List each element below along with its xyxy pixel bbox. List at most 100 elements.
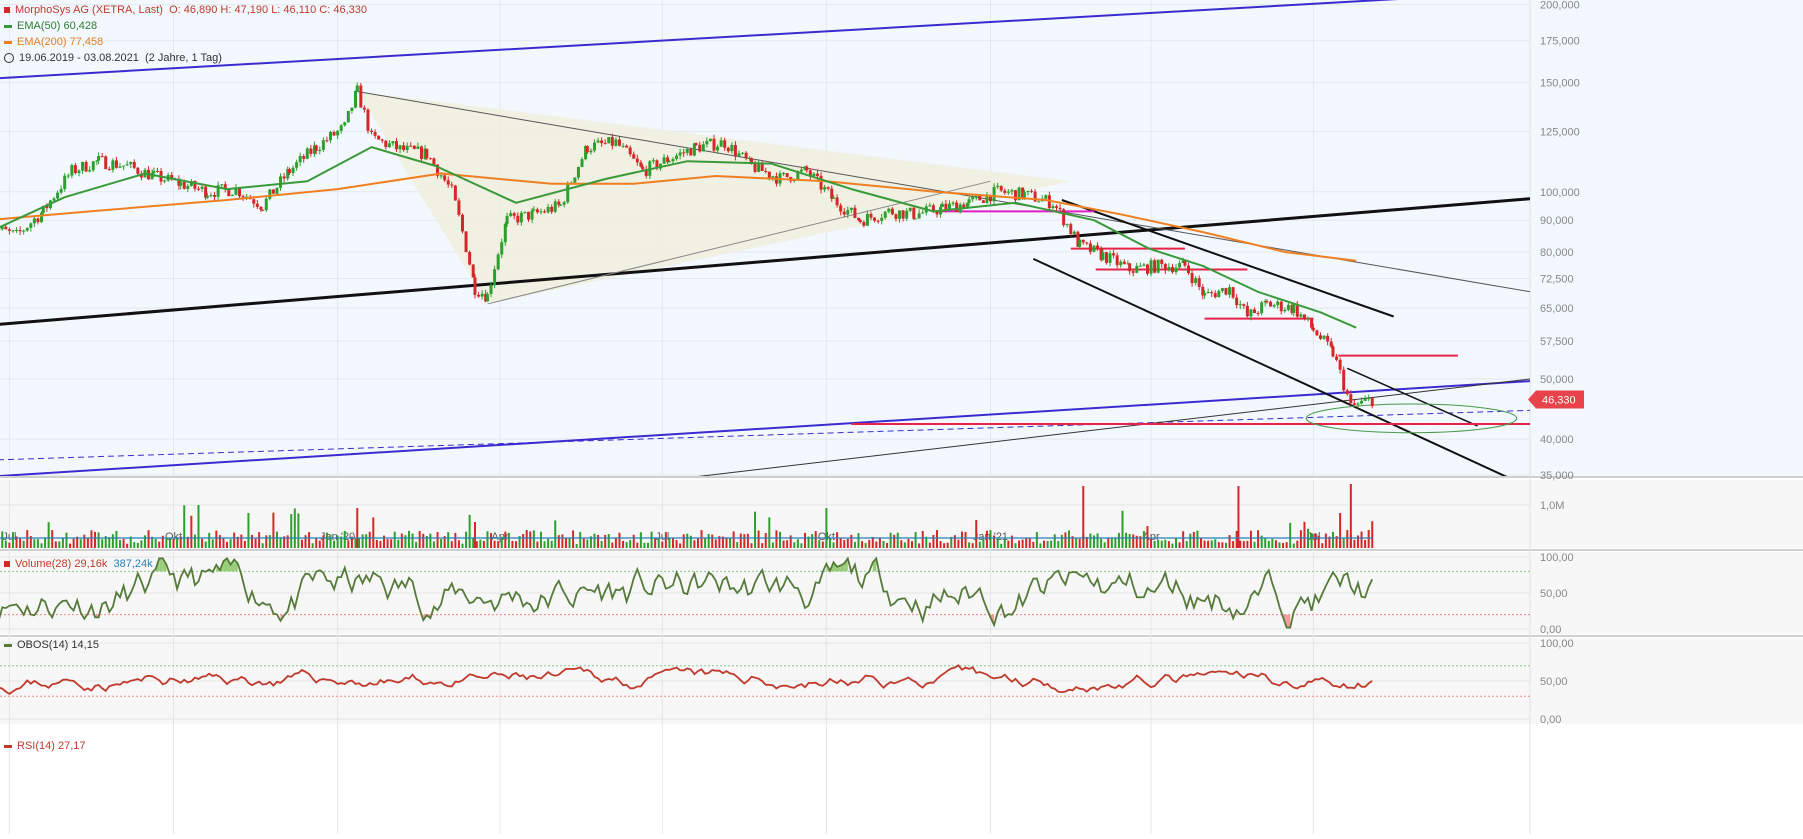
- candle-body: [108, 169, 111, 170]
- volume-bar: [144, 535, 146, 548]
- volume-bar: [315, 538, 317, 548]
- volume-bar: [593, 534, 595, 548]
- volume-bar: [579, 532, 581, 548]
- y-tick-label: 40,000: [1540, 434, 1574, 446]
- candle-body: [1066, 224, 1069, 225]
- volume-bar: [148, 530, 150, 548]
- volume-bar: [1311, 533, 1313, 548]
- volume-bar: [94, 532, 96, 548]
- y-tick-label: 72,500: [1540, 274, 1574, 286]
- candle-body: [1073, 232, 1076, 234]
- volume-bar: [1371, 521, 1373, 548]
- volume-bar: [797, 539, 799, 548]
- candle-body: [823, 187, 826, 190]
- volume-bar: [429, 534, 431, 548]
- volume-bar: [629, 540, 631, 548]
- candle-body: [347, 111, 350, 122]
- volume-bar: [929, 543, 931, 548]
- volume-bar: [415, 542, 417, 548]
- candle-body: [1207, 292, 1210, 293]
- volume-bar: [822, 542, 824, 548]
- volume-bar: [1004, 540, 1006, 548]
- volume-bar: [222, 538, 224, 548]
- candle-body: [406, 146, 409, 150]
- volume-bar: [372, 517, 374, 548]
- y-tick-label: 150,000: [1540, 77, 1580, 89]
- candle-body: [918, 213, 921, 218]
- volume-bar: [1186, 541, 1188, 548]
- candle-body: [388, 143, 391, 147]
- volume-bar: [750, 543, 752, 548]
- volume-bar: [404, 535, 406, 548]
- candle-body: [356, 86, 359, 91]
- volume-bar: [1246, 541, 1248, 548]
- candle-body: [1360, 401, 1363, 404]
- candle-body: [302, 156, 305, 159]
- candle-body: [713, 139, 716, 151]
- volume-bar: [1286, 542, 1288, 548]
- candle-body: [129, 162, 132, 164]
- volume-bar: [51, 530, 53, 548]
- candle-body: [409, 146, 412, 147]
- volume-bar: [975, 520, 977, 548]
- volume-bar: [843, 540, 845, 548]
- candle-body: [377, 136, 380, 140]
- volume-bar: [740, 534, 742, 548]
- candle-body: [70, 165, 73, 175]
- candle-body: [1287, 305, 1290, 310]
- candle-body: [333, 132, 336, 135]
- candle-body: [880, 218, 883, 221]
- candle-body: [374, 132, 377, 136]
- candle-body: [734, 145, 737, 156]
- candle-body: [1010, 190, 1013, 191]
- volume-bar: [272, 513, 274, 548]
- candle-body: [1116, 255, 1119, 265]
- volume-bar: [1332, 532, 1334, 548]
- volume-bar: [829, 538, 831, 548]
- volume-bar: [711, 535, 713, 548]
- candle-body: [340, 125, 343, 131]
- volume-bar: [508, 533, 510, 548]
- candle-body: [22, 231, 25, 232]
- candle-body: [322, 140, 325, 150]
- candle-body: [40, 213, 43, 222]
- chart-canvas[interactable]: JulOktJan '20AprJulOktJan '21AprJul200,0…: [0, 0, 1803, 834]
- candle-body: [693, 143, 696, 155]
- volume-bar: [1007, 541, 1009, 548]
- candle-body: [63, 176, 66, 189]
- candle-body: [420, 147, 423, 159]
- volume-spike: [1339, 513, 1341, 548]
- y-tick-label: 35,000: [1540, 470, 1574, 482]
- candle-body: [329, 132, 332, 140]
- candle-body: [256, 204, 259, 207]
- candle-body: [996, 186, 999, 187]
- volume-bar: [875, 541, 877, 548]
- candle-body: [573, 178, 576, 183]
- volume-bar: [993, 536, 995, 548]
- volume-bar: [1064, 532, 1066, 548]
- volume-bar: [376, 540, 378, 548]
- candle-body: [1246, 306, 1249, 316]
- volume-bar: [1050, 541, 1052, 548]
- candle-body: [1221, 288, 1224, 291]
- candle-body: [671, 159, 674, 161]
- candle-body: [88, 170, 91, 171]
- volume-bar: [915, 532, 917, 548]
- volume-tick-label: 1,0M: [1540, 500, 1564, 512]
- candle-body: [1353, 403, 1356, 405]
- candle-body: [490, 285, 493, 294]
- volume-bar: [1171, 544, 1173, 548]
- candle-body: [275, 188, 278, 194]
- candle-body: [737, 153, 740, 156]
- volume-bar: [686, 534, 688, 548]
- volume-bar: [476, 541, 478, 548]
- candle-body: [532, 209, 535, 210]
- volume-bar: [305, 535, 307, 548]
- volume-bar: [233, 533, 235, 548]
- volume-bar: [447, 532, 449, 548]
- volume-bar: [58, 541, 60, 548]
- candle-body: [11, 230, 14, 231]
- volume-bar: [800, 543, 802, 548]
- volume-bar: [836, 532, 838, 548]
- candle-body: [1260, 302, 1263, 313]
